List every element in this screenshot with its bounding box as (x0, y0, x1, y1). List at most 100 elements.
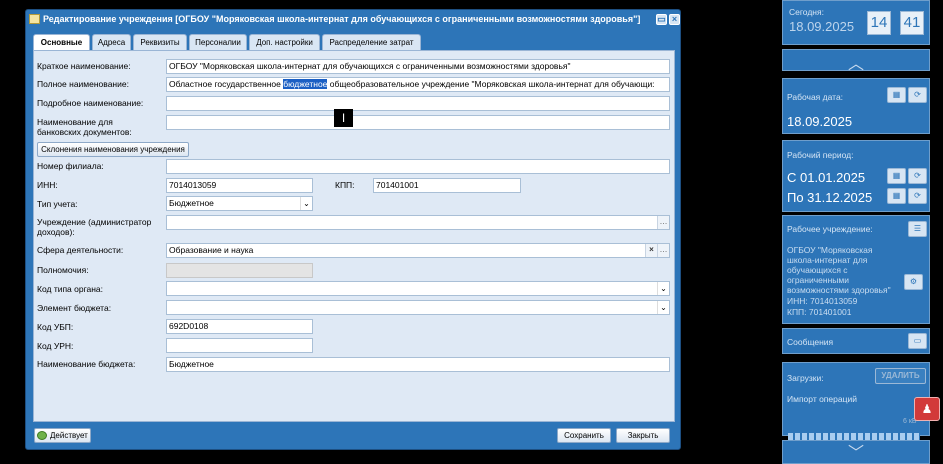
budget-element-select[interactable]: ⌄ (166, 300, 670, 315)
authority-label: Полномочия: (37, 265, 89, 275)
close-button[interactable]: Закрыть (616, 428, 670, 443)
full-name-text-before: Областное государственное (169, 79, 284, 89)
full-name-selected-text: бюджетное (283, 79, 328, 89)
urn-code-input[interactable] (166, 338, 313, 353)
save-button[interactable]: Сохранить (557, 428, 611, 443)
work-date-label: Рабочая дата: (787, 92, 844, 102)
downloads-box: Загрузки: УДАЛИТЬ Импорт операций 6 кБ (782, 362, 930, 436)
budget-name-label: Наименование бюджета: (37, 359, 136, 369)
budget-element-label: Элемент бюджета: (37, 303, 112, 313)
list-icon[interactable]: ☰ (908, 221, 927, 237)
edit-institution-dialog: Редактирование учреждения [ОГБОУ "Моряко… (25, 9, 681, 450)
activity-sphere-value: Образование и наука (169, 245, 254, 255)
import-operations-label: Импорт операций (787, 394, 857, 404)
short-name-input[interactable]: ОГБОУ "Моряковская школа-интернат для об… (166, 59, 670, 74)
period-to: По 31.12.2025 (787, 190, 873, 205)
work-institution-box: Рабочее учреждение: ☰ ОГБОУ "Моряковская… (782, 215, 930, 324)
institution-line: обучающихся с (787, 265, 848, 275)
right-info-panel: Сегодня: 18.09.2025 14 41 ︿ Рабочая дата… (782, 0, 930, 464)
full-name-text-after: общеобразовательное учреждение "Моряковс… (327, 79, 655, 89)
today-label: Сегодня: (789, 7, 824, 17)
tab-requisites[interactable]: Реквизиты (133, 34, 187, 50)
app-shortcut-icon[interactable]: ♟ (914, 397, 940, 421)
tab-extra-settings[interactable]: Доп. настройки (249, 34, 320, 50)
status-icon (37, 431, 47, 440)
calendar-icon[interactable]: ▦ (887, 87, 906, 103)
main-form-panel: Краткое наименование: ОГБОУ "Моряковская… (33, 50, 675, 422)
account-type-value: Бюджетное (169, 198, 214, 208)
clear-icon[interactable]: × (645, 244, 657, 257)
inn-label: ИНН: (37, 180, 58, 190)
detailed-name-label: Подробное наименование: (37, 98, 144, 108)
chevron-down-icon[interactable]: ﹀ (848, 439, 864, 463)
tab-cost-distribution[interactable]: Распределение затрат (322, 34, 421, 50)
chat-icon[interactable]: ▭ (908, 333, 927, 349)
messages-box: Сообщения ▭ (782, 328, 930, 354)
work-date-value: 18.09.2025 (787, 114, 853, 129)
budget-name-input[interactable]: Бюджетное (166, 357, 670, 372)
dialog-footer: Действует Сохранить Закрыть (26, 424, 680, 450)
institution-inn: ИНН: 7014013059 (787, 296, 858, 306)
kpp-label: КПП: (335, 180, 355, 190)
scroll-down-area[interactable]: ﹀ (782, 440, 930, 464)
chevron-down-icon[interactable]: ⌄ (657, 301, 669, 314)
body-type-code-select[interactable]: ⌄ (166, 281, 670, 296)
refresh-icon[interactable]: ⟳ (908, 87, 927, 103)
kpp-input[interactable]: 701401001 (373, 178, 521, 193)
detailed-name-input[interactable] (166, 96, 670, 111)
account-type-label: Тип учета: (37, 199, 78, 209)
refresh-icon[interactable]: ⟳ (908, 168, 927, 184)
institution-line: возможностями здоровья" (787, 285, 891, 295)
maximize-icon[interactable]: ▭ (656, 14, 667, 25)
period-from: С 01.01.2025 (787, 170, 866, 185)
activity-sphere-input[interactable]: Образование и наука ×… (166, 243, 670, 258)
time-hours: 14 (867, 11, 891, 35)
inn-input[interactable]: 7014013059 (166, 178, 313, 193)
full-name-label: Полное наименование: (37, 79, 129, 89)
downloads-label: Загрузки: (787, 373, 824, 383)
urn-code-label: Код УРН: (37, 341, 74, 351)
ellipsis-icon[interactable]: … (657, 216, 669, 229)
declension-button[interactable]: Склонения наименования учреждения (37, 142, 189, 157)
ubp-code-label: Код УБП: (37, 322, 74, 332)
chevron-down-icon[interactable]: ⌄ (300, 197, 312, 210)
time-minutes: 41 (900, 11, 924, 35)
work-date-box: Рабочая дата: ▦ ⟳ 18.09.2025 (782, 78, 930, 134)
chevron-down-icon[interactable]: ⌄ (657, 282, 669, 295)
branch-number-input[interactable] (166, 159, 670, 174)
tab-addresses[interactable]: Адреса (92, 34, 131, 50)
tab-main[interactable]: Основные (33, 34, 90, 51)
today-date: 18.09.2025 (789, 19, 855, 34)
authority-input (166, 263, 313, 278)
tab-persons[interactable]: Персоналии (189, 34, 247, 50)
refresh-icon[interactable]: ⟳ (908, 188, 927, 204)
dialog-title: Редактирование учреждения [ОГБОУ "Моряко… (43, 14, 641, 24)
calendar-icon[interactable]: ▦ (887, 188, 906, 204)
admin-institution-label-1: Учреждение (администратор (37, 217, 152, 227)
bank-name-label-1: Наименование для (37, 117, 113, 127)
short-name-label: Краткое наименование: (37, 61, 131, 71)
chevron-up-icon[interactable]: ︿ (848, 50, 864, 74)
work-institution-label: Рабочее учреждение: (787, 224, 873, 234)
institution-line: ограниченными (787, 275, 849, 285)
status-button[interactable]: Действует (34, 428, 91, 443)
delete-downloads-button[interactable]: УДАЛИТЬ (875, 368, 926, 384)
institution-line: ОГБОУ "Моряковская (787, 245, 873, 255)
admin-institution-label-2: доходов): (37, 227, 75, 237)
admin-institution-input[interactable]: … (166, 215, 670, 230)
bank-name-input[interactable] (166, 115, 670, 130)
institution-line: школа-интернат для (787, 255, 868, 265)
messages-label: Сообщения (787, 337, 834, 347)
calendar-icon[interactable]: ▦ (887, 168, 906, 184)
close-icon[interactable]: × (669, 14, 680, 25)
full-name-input[interactable]: Областное государственное бюджетное обще… (166, 77, 670, 92)
ubp-code-input[interactable]: 692D0108 (166, 319, 313, 334)
scroll-up-area[interactable]: ︿ (782, 49, 930, 74)
work-period-label: Рабочий период: (787, 150, 854, 160)
branch-number-label: Номер филиала: (37, 161, 104, 171)
account-type-select[interactable]: Бюджетное ⌄ (166, 196, 313, 211)
activity-sphere-label: Сфера деятельности: (37, 245, 124, 255)
status-label: Действует (50, 431, 88, 440)
gear-icon[interactable]: ⚙ (904, 274, 923, 290)
ellipsis-icon[interactable]: … (657, 244, 669, 257)
